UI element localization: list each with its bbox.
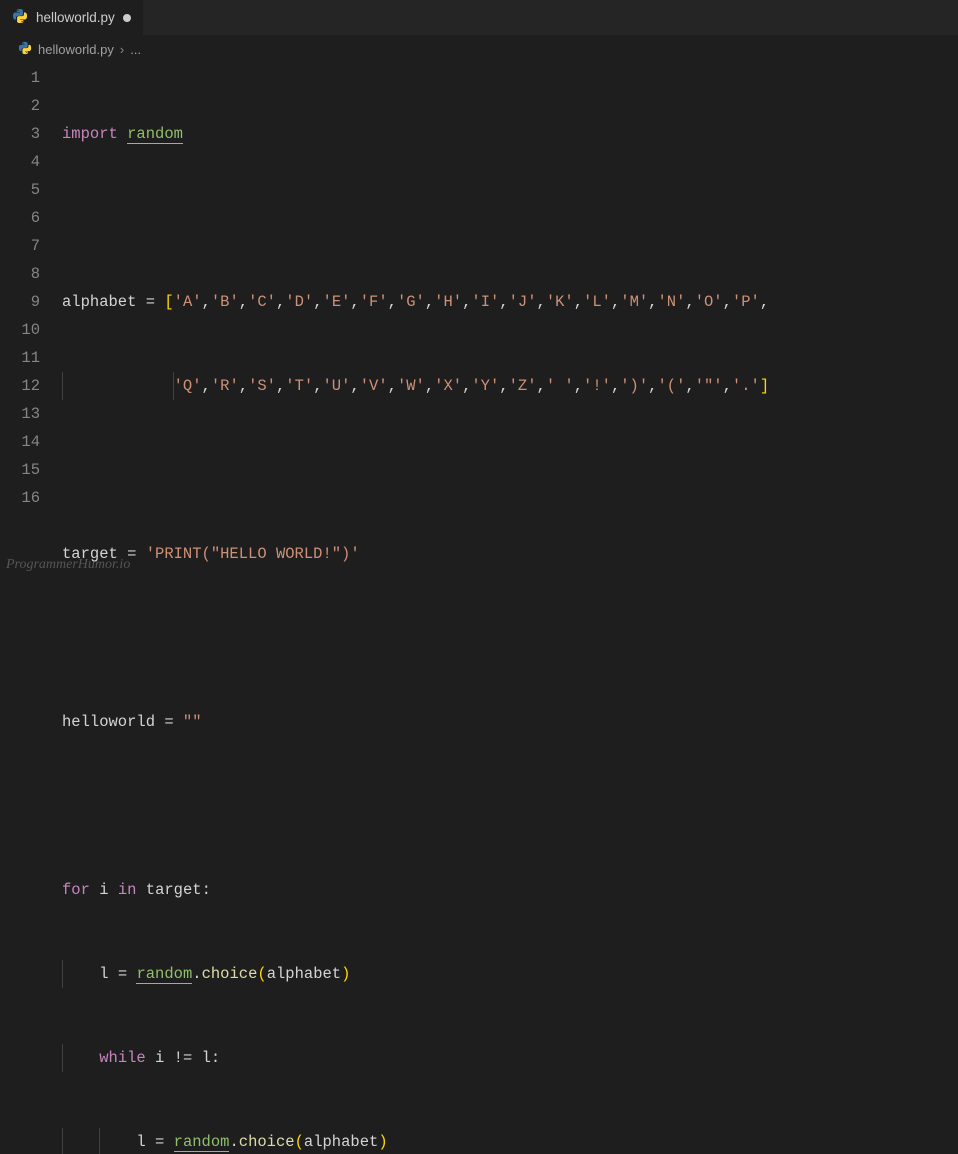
code-line[interactable]: alphabet = ['A','B','C','D','E','F','G',… [62, 288, 958, 316]
dirty-indicator-icon [123, 14, 131, 22]
code-line[interactable]: l = random.choice(alphabet) [62, 960, 958, 988]
line-number: 1 [0, 64, 40, 92]
code-editor[interactable]: 1 2 3 4 5 6 7 8 9 10 11 12 13 14 15 16 i… [0, 62, 958, 1154]
tab-filename: helloworld.py [36, 10, 115, 25]
tab-helloworld[interactable]: helloworld.py [0, 0, 144, 35]
breadcrumb-more[interactable]: ... [130, 42, 141, 57]
code-line[interactable]: target = 'PRINT("HELLO WORLD!")' [62, 540, 958, 568]
code-line[interactable] [62, 204, 958, 232]
line-number: 11 [0, 344, 40, 372]
line-number: 16 [0, 484, 40, 512]
breadcrumb-filename[interactable]: helloworld.py [38, 42, 114, 57]
code-line[interactable]: l = random.choice(alphabet) [62, 1128, 958, 1154]
chevron-right-icon: › [120, 42, 124, 57]
line-number: 12 [0, 372, 40, 400]
line-number: 8 [0, 260, 40, 288]
tab-bar: helloworld.py [0, 0, 958, 36]
watermark: ProgrammerHumor.io [6, 557, 130, 573]
line-number: 10 [0, 316, 40, 344]
line-number: 14 [0, 428, 40, 456]
line-number-gutter: 1 2 3 4 5 6 7 8 9 10 11 12 13 14 15 16 [0, 64, 62, 1154]
python-icon [18, 41, 32, 58]
line-number: 2 [0, 92, 40, 120]
code-line[interactable]: import random [62, 120, 958, 148]
line-number: 6 [0, 204, 40, 232]
line-number: 3 [0, 120, 40, 148]
code-line[interactable] [62, 456, 958, 484]
python-icon [12, 8, 28, 27]
line-number: 7 [0, 232, 40, 260]
line-number: 15 [0, 456, 40, 484]
code-line[interactable]: 'Q','R','S','T','U','V','W','X','Y','Z',… [62, 372, 958, 400]
line-number: 13 [0, 400, 40, 428]
code-line[interactable]: helloworld = "" [62, 708, 958, 736]
code-line[interactable] [62, 624, 958, 652]
line-number: 9 [0, 288, 40, 316]
line-number: 5 [0, 176, 40, 204]
code-line[interactable]: while i != l: [62, 1044, 958, 1072]
breadcrumb[interactable]: helloworld.py › ... [0, 36, 958, 62]
code-line[interactable] [62, 792, 958, 820]
code-area[interactable]: import random alphabet = ['A','B','C','D… [62, 64, 958, 1154]
code-line[interactable]: for i in target: [62, 876, 958, 904]
line-number: 4 [0, 148, 40, 176]
